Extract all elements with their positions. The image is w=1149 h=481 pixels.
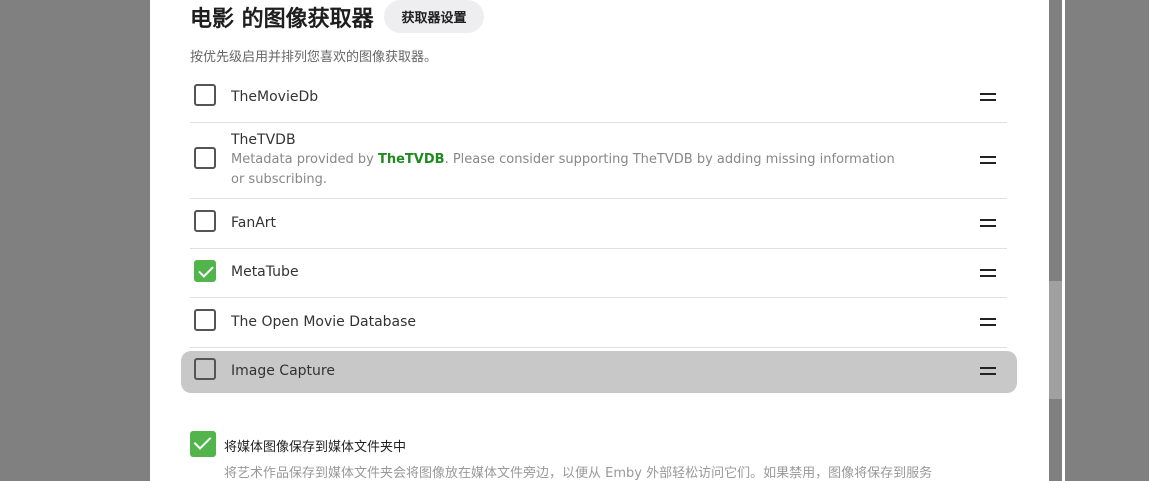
fetcher-row-fanart[interactable]: FanArt [190, 199, 1007, 249]
fetcher-description: Metadata provided by TheTVDB. Please con… [231, 150, 911, 190]
fetcher-list: TheMovieDb TheTVDB Metadata provided by … [181, 73, 1017, 393]
fetcher-checkbox-thetvdb[interactable] [194, 147, 216, 169]
description-text: Metadata provided by [231, 152, 378, 167]
fetcher-name: MetaTube [231, 264, 299, 280]
fetcher-row-metatube[interactable]: MetaTube [190, 249, 1007, 298]
fetcher-name: FanArt [231, 215, 277, 231]
save-to-media-folder-checkbox[interactable] [190, 431, 216, 457]
save-to-media-folder-description: 将艺术作品保存到媒体文件夹会将图像放在媒体文件旁边，以便从 Emby 外部轻松访… [224, 466, 933, 481]
page-title: 电影 的图像获取器 [190, 7, 374, 32]
fetcher-checkbox-themoviedb[interactable] [194, 84, 216, 106]
fetcher-checkbox-fanart[interactable] [194, 210, 216, 232]
fetcher-name: Image Capture [231, 363, 335, 379]
fetcher-checkbox-omdb[interactable] [194, 309, 216, 331]
fetcher-row-thetvdb[interactable]: TheTVDB Metadata provided by TheTVDB. Pl… [190, 123, 1007, 199]
fetcher-name: TheMovieDb [231, 89, 319, 105]
scrollbar-thumb[interactable] [1049, 281, 1062, 399]
save-to-media-folder-label: 将媒体图像保存到媒体文件夹中 [224, 440, 407, 455]
fetcher-row-omdb[interactable]: The Open Movie Database [190, 298, 1007, 348]
scrollbar-track[interactable] [1049, 0, 1062, 481]
fetcher-row-themoviedb[interactable]: TheMovieDb [190, 73, 1007, 123]
drag-handle-icon[interactable] [980, 93, 996, 101]
fetcher-settings-button[interactable]: 获取器设置 [384, 0, 484, 33]
drag-handle-icon[interactable] [980, 219, 996, 227]
fetcher-checkbox-image-capture[interactable] [194, 358, 216, 380]
page-subtitle: 按优先级启用并排列您喜欢的图像获取器。 [190, 50, 438, 65]
fetcher-row-image-capture[interactable]: Image Capture [181, 351, 1017, 393]
drag-handle-icon[interactable] [980, 318, 996, 326]
drag-handle-icon[interactable] [980, 156, 996, 164]
thetvdb-link[interactable]: TheTVDB [378, 152, 445, 167]
image-fetchers-panel: 电影 的图像获取器 获取器设置 按优先级启用并排列您喜欢的图像获取器。 TheM… [150, 0, 1065, 481]
fetcher-name: TheTVDB [231, 132, 296, 148]
fetcher-checkbox-metatube[interactable] [194, 260, 216, 282]
drag-handle-icon[interactable] [980, 269, 996, 277]
drag-handle-icon[interactable] [980, 367, 996, 375]
fetcher-name: The Open Movie Database [231, 314, 417, 330]
